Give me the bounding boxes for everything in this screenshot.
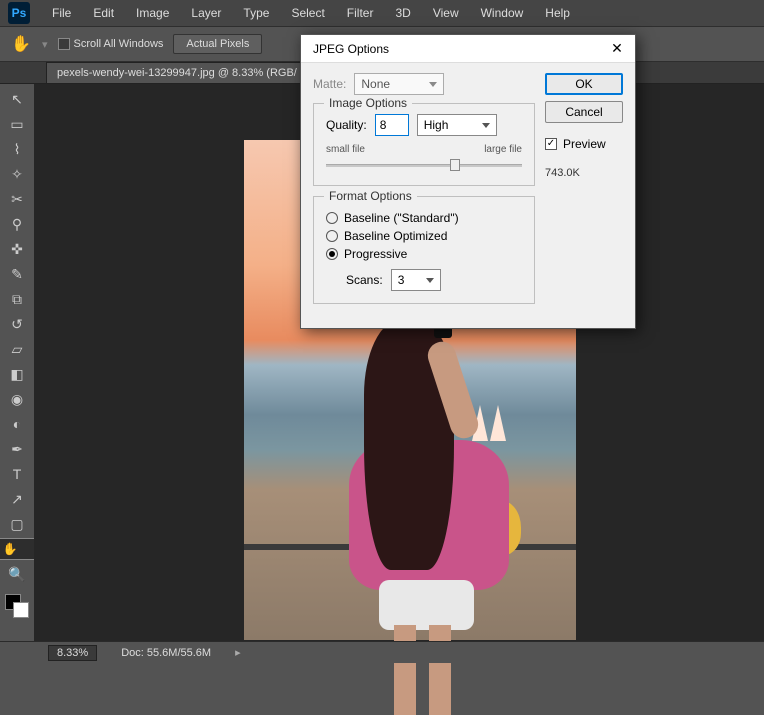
scroll-all-windows-checkbox[interactable]: Scroll All Windows: [58, 38, 164, 50]
menu-3d[interactable]: 3D: [385, 2, 420, 24]
document-tab[interactable]: pexels-wendy-wei-13299947.jpg @ 8.33% (R…: [46, 62, 308, 83]
menu-image[interactable]: Image: [126, 2, 179, 24]
lasso-tool-icon[interactable]: ⌇: [5, 138, 29, 160]
menu-view[interactable]: View: [423, 2, 469, 24]
shape-tool-icon[interactable]: ▢: [5, 513, 29, 535]
baseline-optimized-radio[interactable]: Baseline Optimized: [326, 229, 522, 243]
type-tool-icon[interactable]: T: [5, 463, 29, 485]
menu-help[interactable]: Help: [535, 2, 580, 24]
format-options-legend: Format Options: [324, 189, 417, 203]
dialog-titlebar[interactable]: JPEG Options ✕: [301, 35, 635, 63]
preview-checkbox[interactable]: Preview: [545, 137, 623, 151]
menu-filter[interactable]: Filter: [337, 2, 384, 24]
gradient-tool-icon[interactable]: ◧: [5, 363, 29, 385]
options-divider: ▾: [42, 38, 48, 51]
actual-pixels-button[interactable]: Actual Pixels: [173, 34, 262, 54]
image-options-legend: Image Options: [324, 96, 412, 110]
small-file-label: small file: [326, 144, 365, 155]
zoom-tool-icon[interactable]: 🔍: [5, 563, 29, 585]
scans-value: 3: [398, 273, 405, 287]
image-options-group: Image Options Quality: High small file l…: [313, 103, 535, 186]
eyedropper-tool-icon[interactable]: ⚲: [5, 213, 29, 235]
quality-slider[interactable]: [326, 157, 522, 173]
background-color[interactable]: [13, 602, 29, 618]
menu-type[interactable]: Type: [233, 2, 279, 24]
pen-tool-icon[interactable]: ✒: [5, 438, 29, 460]
eraser-tool-icon[interactable]: ▱: [5, 338, 29, 360]
baseline-standard-radio[interactable]: Baseline ("Standard"): [326, 211, 522, 225]
large-file-label: large file: [484, 144, 522, 155]
doc-size-label: Doc: 55.6M/55.6M: [121, 647, 211, 659]
brush-tool-icon[interactable]: ✎: [5, 263, 29, 285]
blur-tool-icon[interactable]: ◉: [5, 388, 29, 410]
close-icon[interactable]: ✕: [607, 39, 627, 59]
crop-tool-icon[interactable]: ✂: [5, 188, 29, 210]
matte-label: Matte:: [313, 77, 346, 91]
person-shorts: [379, 580, 474, 630]
hand-tool-icon[interactable]: ✋: [10, 33, 32, 55]
quality-label: Quality:: [326, 118, 367, 132]
scans-label: Scans:: [346, 273, 383, 287]
person-leg: [394, 625, 416, 715]
person-leg: [429, 625, 451, 715]
app-menubar: Ps File Edit Image Layer Type Select Fil…: [0, 0, 764, 26]
menu-select[interactable]: Select: [281, 2, 334, 24]
wand-tool-icon[interactable]: ✧: [5, 163, 29, 185]
menu-edit[interactable]: Edit: [83, 2, 124, 24]
tool-panel: ↖ ▭ ⌇ ✧ ✂ ⚲ ✜ ✎ ⧉ ↺ ▱ ◧ ◉ ◐ ✒ T ↗ ▢ ✋ 🔍: [2, 84, 32, 618]
color-swatch[interactable]: [5, 594, 29, 618]
matte-value: None: [361, 77, 390, 91]
scans-select[interactable]: 3: [391, 269, 441, 291]
filesize-label: 743.0K: [545, 167, 623, 179]
menu-window[interactable]: Window: [471, 2, 534, 24]
history-brush-tool-icon[interactable]: ↺: [5, 313, 29, 335]
jpeg-options-dialog: JPEG Options ✕ Matte: None Image Options…: [300, 34, 636, 329]
sailboat: [490, 405, 506, 441]
status-caret-icon[interactable]: ▸: [235, 646, 241, 659]
dodge-tool-icon[interactable]: ◐: [5, 413, 29, 435]
menu-layer[interactable]: Layer: [181, 2, 231, 24]
status-bar: 8.33% Doc: 55.6M/55.6M ▸: [0, 641, 764, 663]
format-options-group: Format Options Baseline ("Standard") Bas…: [313, 196, 535, 304]
dialog-title: JPEG Options: [313, 42, 389, 56]
ok-button[interactable]: OK: [545, 73, 623, 95]
ps-logo: Ps: [8, 2, 30, 24]
quality-preset-select[interactable]: High: [417, 114, 497, 136]
heal-tool-icon[interactable]: ✜: [5, 238, 29, 260]
zoom-field[interactable]: 8.33%: [48, 645, 97, 661]
marquee-tool-icon[interactable]: ▭: [5, 113, 29, 135]
path-select-tool-icon[interactable]: ↗: [5, 488, 29, 510]
matte-select: None: [354, 73, 444, 95]
move-tool-icon[interactable]: ↖: [5, 88, 29, 110]
cancel-button[interactable]: Cancel: [545, 101, 623, 123]
quality-preset-value: High: [424, 118, 449, 132]
progressive-radio[interactable]: Progressive: [326, 247, 522, 261]
menu-file[interactable]: File: [42, 2, 81, 24]
stamp-tool-icon[interactable]: ⧉: [5, 288, 29, 310]
quality-input[interactable]: [375, 114, 409, 136]
